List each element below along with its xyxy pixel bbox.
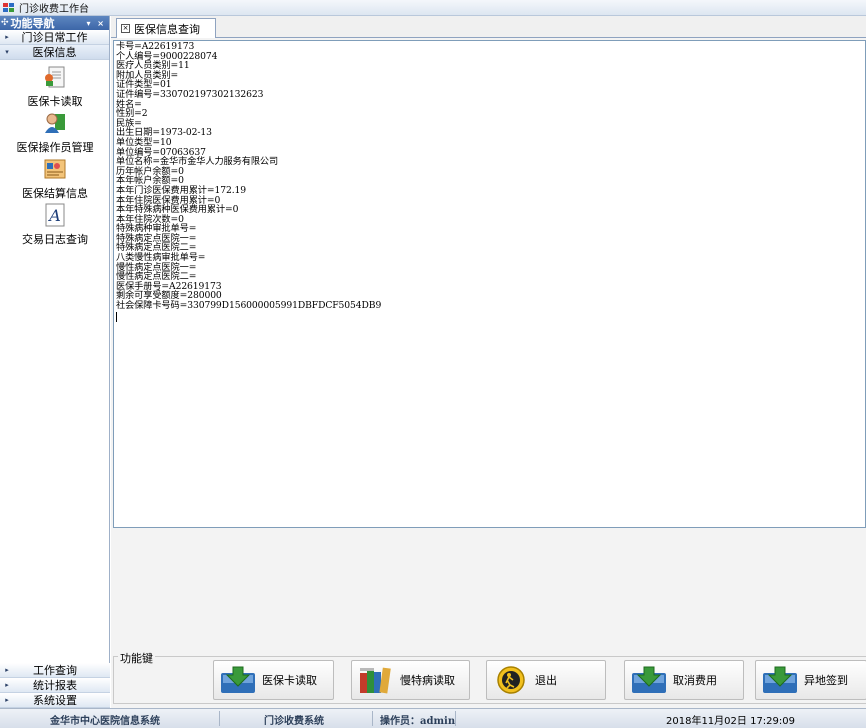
log-query-icon: A — [43, 203, 67, 227]
settlement-icon — [43, 157, 67, 181]
button-label: 退出 — [535, 674, 557, 687]
status-bar: 金华市中心医院信息系统 门诊收费系统 操作员：admin 2018年11月02日… — [0, 708, 866, 728]
info-line: 本年特殊病种医保费用累计=0 — [116, 204, 239, 216]
expand-arrow-icon: ▸ — [5, 666, 9, 674]
button-label: 医保卡读取 — [262, 674, 317, 687]
info-line: 出生日期=1973-02-13 — [116, 127, 212, 139]
close-tab-icon[interactable]: × — [121, 24, 130, 33]
button-label: 取消费用 — [673, 674, 717, 687]
tab-strip: × 医保信息查询 — [111, 16, 866, 38]
info-line: 慢性病定点医院一= — [116, 261, 197, 273]
status-operator: 操作员：admin — [380, 716, 456, 727]
info-line: 证件编号=330702197302132623 — [116, 88, 264, 100]
nav-item-label: 医保结算信息 — [22, 187, 88, 200]
nav-item-label: 交易日志查询 — [22, 233, 88, 246]
status-hospital: 金华市中心医院信息系统 — [50, 716, 160, 727]
status-separator — [372, 711, 373, 726]
nav-header-icon: ✣ — [1, 18, 9, 28]
info-line: 个人编号=9000228074 — [116, 50, 218, 62]
info-line: 本年住院次数=0 — [116, 213, 184, 225]
nav-group-label: 门诊日常工作 — [21, 31, 88, 44]
info-line: 卡号=A22619173 — [116, 41, 195, 52]
nav-header-controls[interactable]: ▾ × — [86, 19, 106, 28]
info-line: 八类慢性病审批单号= — [116, 252, 206, 264]
info-line: 特殊病种审批单号= — [116, 223, 197, 235]
status-separator — [219, 711, 220, 726]
status-system: 门诊收费系统 — [264, 716, 324, 727]
insurance-info-textarea[interactable]: 卡号=A22619173 个人编号=9000228074 医疗人员类别=11 附… — [113, 40, 866, 528]
info-line: 姓名= — [116, 98, 142, 110]
read-chronic-disease-button[interactable]: 慢特病读取 — [351, 660, 470, 700]
nav-item-log-query[interactable]: A 交易日志查询 — [0, 203, 110, 249]
info-line: 单位名称=金华市金华人力服务有限公司 — [116, 156, 279, 168]
button-label: 慢特病读取 — [400, 674, 455, 687]
info-line: 附加人员类别= — [116, 69, 179, 81]
info-line: 性别=2 — [116, 108, 148, 120]
nav-group-label: 统计报表 — [33, 679, 77, 692]
info-line: 历年帐户余额=0 — [116, 165, 184, 177]
info-line: 特殊病定点医院二= — [116, 242, 197, 254]
nav-item-settlement-info[interactable]: 医保结算信息 — [0, 157, 110, 203]
exit-icon — [493, 665, 529, 695]
status-datetime: 2018年11月02日 17:29:09 — [666, 716, 795, 727]
info-line: 单位类型=10 — [116, 136, 172, 148]
exit-button[interactable]: 退出 — [486, 660, 606, 700]
nav-item-label: 医保操作员管理 — [16, 141, 94, 154]
nav-panel: ✣ 功能导航 ▾ × ▸ 门诊日常工作 ▾ 医保信息 医保卡读取 医保操作员管理… — [0, 16, 110, 708]
status-separator — [455, 711, 456, 726]
info-line: 本年门诊医保费用累计=172.19 — [116, 184, 247, 196]
nav-item-operator-management[interactable]: 医保操作员管理 — [0, 111, 110, 157]
books-icon — [358, 665, 394, 695]
download-arrow-icon — [631, 665, 667, 695]
main-area: × 医保信息查询 卡号=A22619173 个人编号=9000228074 医疗… — [111, 16, 866, 708]
download-arrow-icon — [762, 665, 798, 695]
expand-arrow-icon: ▸ — [5, 681, 9, 689]
info-line: 医疗人员类别=11 — [116, 60, 190, 72]
nav-group-reports[interactable]: ▸ 统计报表 — [0, 678, 110, 693]
svg-text:A: A — [47, 206, 61, 225]
nav-group-label: 工作查询 — [33, 664, 77, 677]
button-label: 异地签到 — [804, 674, 848, 687]
nav-group-work-query[interactable]: ▸ 工作查询 — [0, 663, 110, 678]
card-reader-icon — [43, 65, 67, 89]
nav-item-label: 医保卡读取 — [27, 95, 83, 108]
download-arrow-icon — [220, 665, 256, 695]
info-line: 社会保障卡号码=330799D156000005991DBFDCF5054DB9 — [116, 300, 382, 312]
operator-icon — [43, 111, 67, 135]
info-lines: 卡号=A22619173 个人编号=9000228074 医疗人员类别=11 附… — [116, 42, 865, 311]
collapse-arrow-icon: ▾ — [5, 48, 9, 56]
nav-group-settings[interactable]: ▸ 系统设置 — [0, 693, 110, 708]
nav-group-label: 医保信息 — [32, 46, 77, 59]
nav-group-insurance[interactable]: ▾ 医保信息 — [0, 45, 109, 60]
info-line: 医保手册号=A22619173 — [116, 280, 222, 292]
nav-items: 医保卡读取 医保操作员管理 医保结算信息 A 交易日志查询 — [0, 60, 109, 249]
expand-arrow-icon: ▸ — [5, 696, 9, 704]
read-insurance-card-button[interactable]: 医保卡读取 — [213, 660, 334, 700]
info-line: 慢性病定点医院二= — [116, 271, 197, 283]
app-icon — [3, 2, 15, 13]
nav-header: ✣ 功能导航 ▾ × — [0, 16, 109, 30]
remote-sign-in-button[interactable]: 异地签到 — [755, 660, 866, 700]
info-line: 特殊病定点医院一= — [116, 232, 197, 244]
nav-group-label: 系统设置 — [33, 694, 77, 707]
window-title-bar: 门诊收费工作台 — [0, 0, 866, 16]
window-title: 门诊收费工作台 — [19, 4, 89, 15]
expand-arrow-icon: ▸ — [5, 33, 9, 41]
text-caret — [116, 311, 117, 322]
function-panel: 功能键 医保卡读取 慢特病读取 退出 取消费用 异地签到 — [113, 650, 866, 704]
function-panel-legend: 功能键 — [118, 650, 155, 666]
info-line: 民族= — [116, 117, 142, 129]
tab-insurance-info[interactable]: × 医保信息查询 — [116, 18, 216, 38]
nav-group-daily-work[interactable]: ▸ 门诊日常工作 — [0, 30, 109, 45]
nav-bottom-groups: ▸ 工作查询 ▸ 统计报表 ▸ 系统设置 — [0, 663, 110, 708]
cancel-fee-button[interactable]: 取消费用 — [624, 660, 744, 700]
tab-label: 医保信息查询 — [134, 22, 200, 36]
nav-item-card-reader[interactable]: 医保卡读取 — [0, 65, 110, 111]
